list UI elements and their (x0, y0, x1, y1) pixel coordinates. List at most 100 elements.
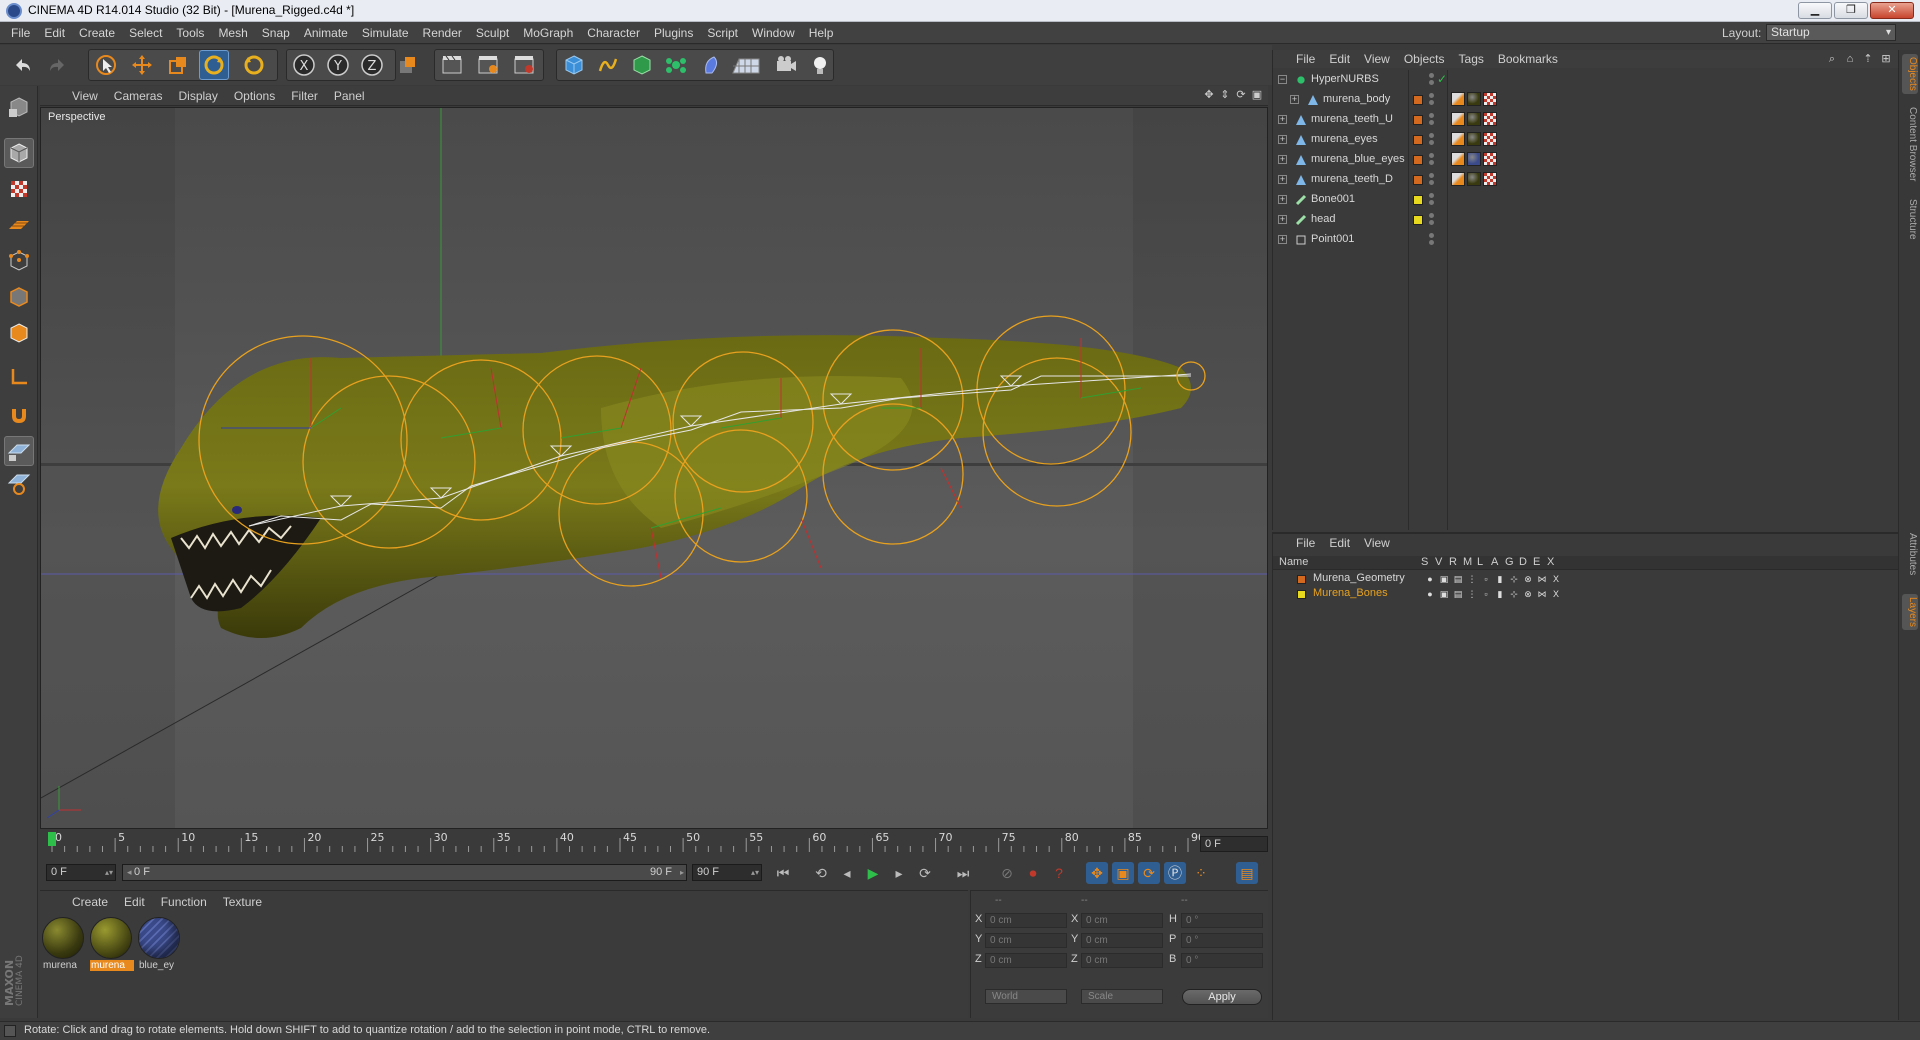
menu-simulate[interactable]: Simulate (355, 22, 416, 44)
render-settings-icon[interactable] (509, 50, 539, 80)
scale-icon[interactable] (163, 50, 193, 80)
texture-tag-icon[interactable] (1467, 132, 1481, 146)
object-row[interactable]: − HyperNURBS ✓ (1273, 70, 1899, 90)
layer-color-swatch[interactable] (1413, 155, 1423, 165)
expand-toggle-icon[interactable]: + (1278, 195, 1287, 204)
visibility-dots[interactable] (1429, 213, 1435, 227)
render-flag-icon[interactable]: ▤ (1451, 573, 1465, 585)
layer-column-d[interactable]: D (1519, 556, 1527, 568)
layer-column-r[interactable]: R (1449, 556, 1457, 568)
layer-color-swatch[interactable] (1413, 135, 1423, 145)
visibility-dots[interactable] (1429, 73, 1435, 87)
rotate-view-icon[interactable]: ⟳ (1234, 88, 1248, 102)
render-picture-viewer-icon[interactable] (473, 50, 503, 80)
locked-flag-icon[interactable]: ▫ (1479, 573, 1493, 585)
timeline-window-icon[interactable]: ▤ (1236, 862, 1258, 884)
axis-mode-icon[interactable] (4, 362, 34, 392)
layer-column-l[interactable]: L (1477, 556, 1483, 568)
layer-column-e[interactable]: E (1533, 556, 1540, 568)
make-editable-icon[interactable] (4, 92, 34, 122)
tab-structure[interactable]: Structure (1902, 196, 1918, 243)
cube-primitive-icon[interactable] (559, 50, 589, 80)
max-frame-field[interactable]: 90 F ▴▾ (692, 864, 762, 881)
layer-menu-view[interactable]: View (1357, 534, 1397, 552)
menu-tools[interactable]: Tools (169, 22, 211, 44)
generators-flag-icon[interactable]: ⊹ (1507, 588, 1521, 600)
layer-color-swatch[interactable] (1413, 175, 1423, 185)
move-view-icon[interactable]: ✥ (1202, 88, 1216, 102)
animation-flag-icon[interactable]: ▮ (1493, 588, 1507, 600)
layer-column-g[interactable]: G (1505, 556, 1514, 568)
solo-flag-icon[interactable]: ● (1423, 573, 1437, 585)
expressions-flag-icon[interactable]: ⋈ (1535, 588, 1549, 600)
search-icon[interactable]: ⌕ (1825, 52, 1839, 66)
menu-snap[interactable]: Snap (255, 22, 297, 44)
manager-flag-icon[interactable]: ⋮ (1465, 588, 1479, 600)
layer-column-v[interactable]: V (1435, 556, 1442, 568)
menu-mograph[interactable]: MoGraph (516, 22, 580, 44)
layer-column-name[interactable]: Name (1279, 556, 1308, 568)
uvw-tag-icon[interactable] (1483, 172, 1497, 186)
viewport-menu-filter[interactable]: Filter (283, 86, 326, 106)
layer-color-swatch[interactable] (1413, 215, 1423, 225)
object-row[interactable]: + Point001 (1273, 230, 1899, 250)
pos-y-field[interactable]: 0 cm (985, 933, 1067, 948)
menu-select[interactable]: Select (122, 22, 169, 44)
material-menu-function[interactable]: Function (153, 895, 215, 909)
layer-column-m[interactable]: M (1463, 556, 1472, 568)
current-frame-field[interactable]: 0 F (1200, 836, 1268, 852)
record-rotation-icon[interactable]: ⟳ (1138, 862, 1160, 884)
expand-toggle-icon[interactable]: + (1278, 215, 1287, 224)
workplane-lock-icon[interactable] (4, 436, 34, 466)
object-menu-tags[interactable]: Tags (1452, 50, 1491, 68)
viewport-menu-options[interactable]: Options (226, 86, 283, 106)
material-thumb[interactable]: murena (42, 917, 86, 977)
coordinate-system-icon[interactable] (393, 50, 423, 80)
solo-flag-icon[interactable]: ● (1423, 588, 1437, 600)
preview-range-slider[interactable]: ◂ 0 F 90 F ▸ (122, 864, 687, 881)
rot-p-field[interactable]: 0 ° (1181, 933, 1263, 948)
record-point-level-icon[interactable]: ⁘ (1190, 862, 1212, 884)
pos-x-field[interactable]: 0 cm (985, 913, 1067, 928)
rotate-icon[interactable] (199, 50, 229, 80)
layer-menu-edit[interactable]: Edit (1322, 534, 1357, 552)
object-menu-file[interactable]: File (1289, 50, 1322, 68)
object-row[interactable]: + murena_body (1273, 90, 1899, 110)
object-menu-view[interactable]: View (1357, 50, 1397, 68)
path-up-icon[interactable]: ⇡ (1861, 52, 1875, 66)
phong-tag-icon[interactable] (1451, 152, 1465, 166)
menu-script[interactable]: Script (700, 22, 745, 44)
menu-character[interactable]: Character (580, 22, 647, 44)
tab-layers[interactable]: Layers (1902, 594, 1918, 631)
tab-attributes[interactable]: Attributes (1902, 530, 1918, 578)
uvw-tag-icon[interactable] (1483, 112, 1497, 126)
size-y-field[interactable]: 0 cm (1081, 933, 1163, 948)
rot-b-field[interactable]: 0 ° (1181, 953, 1263, 968)
expand-toggle-icon[interactable]: + (1278, 135, 1287, 144)
visibility-dots[interactable] (1429, 173, 1435, 187)
uvw-tag-icon[interactable] (1483, 132, 1497, 146)
texture-tag-icon[interactable] (1467, 152, 1481, 166)
layer-column-s[interactable]: S (1421, 556, 1428, 568)
keyframe-selection-icon[interactable]: ? (1048, 862, 1070, 884)
menu-create[interactable]: Create (72, 22, 122, 44)
uvw-tag-icon[interactable] (1483, 92, 1497, 106)
xref-flag-icon[interactable]: X (1549, 588, 1563, 600)
go-to-start-icon[interactable]: ⏮ (772, 862, 794, 884)
object-menu-bookmarks[interactable]: Bookmarks (1491, 50, 1565, 68)
camera-icon[interactable] (771, 50, 801, 80)
expand-toggle-icon[interactable]: + (1278, 155, 1287, 164)
spline-pen-icon[interactable] (593, 50, 623, 80)
go-to-end-icon[interactable]: ⏭ (952, 862, 974, 884)
viewport-menu-display[interactable]: Display (170, 86, 225, 106)
material-thumb[interactable]: murena (90, 917, 134, 977)
viewport-menu-panel[interactable]: Panel (326, 86, 373, 106)
animation-flag-icon[interactable]: ▮ (1493, 573, 1507, 585)
layer-menu-file[interactable]: File (1289, 534, 1322, 552)
menu-render[interactable]: Render (416, 22, 469, 44)
viewport-camera-label[interactable]: Perspective (45, 111, 109, 123)
move-icon[interactable] (127, 50, 157, 80)
polygons-mode-icon[interactable] (4, 318, 34, 348)
new-window-icon[interactable]: ⊞ (1879, 52, 1893, 66)
xref-flag-icon[interactable]: X (1549, 573, 1563, 585)
